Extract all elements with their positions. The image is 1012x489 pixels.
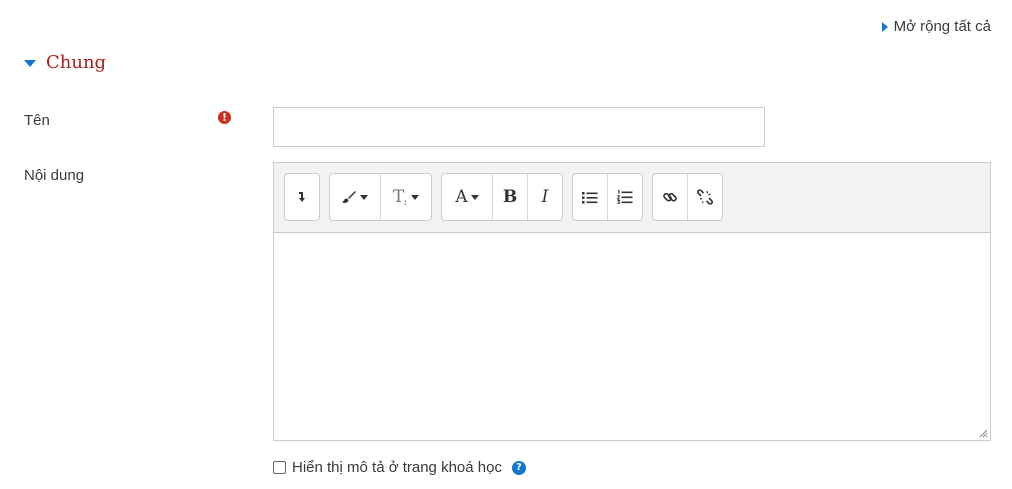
name-label: Tên [24,112,50,129]
editor-content-area[interactable] [274,233,990,440]
caret-down-icon [24,59,36,67]
collapse-toolbar-button[interactable] [285,174,319,220]
show-description-label[interactable]: Hiển thị mô tả ở trang khoá học [292,459,502,476]
edit-form-page: Mở rộng tất cả Chung Tên ! Nội dung T ↕ … [0,0,1012,489]
paragraph-style-button[interactable] [330,174,381,220]
show-description-checkbox[interactable] [273,461,286,474]
ordered-list-icon [617,190,633,204]
expand-all-label: Mở rộng tất cả [893,18,991,35]
caret-right-icon [881,21,888,32]
link-icon [663,192,677,202]
content-label: Nội dung [24,167,85,184]
chevron-down-icon [470,194,479,200]
bold-icon: B [502,187,518,207]
toolbar-group-style: T ↕ [329,173,432,221]
font-color-icon: A [455,187,468,207]
question-circle-icon[interactable]: ? [511,460,526,475]
section-header-general[interactable]: Chung [24,52,106,73]
unlink-button[interactable] [688,174,722,220]
section-title: Chung [46,52,107,73]
italic-icon: I [541,187,549,207]
toolbar-group-text: A B I [441,173,563,221]
clear-formatting-icon: T ↕ [392,187,408,207]
ordered-list-button[interactable] [608,174,642,220]
toolbar-group-collapse [284,173,320,221]
chevron-down-icon [410,194,419,200]
paintbrush-style-icon [342,191,357,203]
unordered-list-icon [582,191,598,203]
italic-button[interactable]: I [528,174,562,220]
toolbar-group-lists [572,173,643,221]
collapse-toolbar-icon [299,192,305,202]
clear-formatting-button[interactable]: T ↕ [381,174,432,220]
name-input[interactable] [273,107,765,147]
bold-button[interactable]: B [493,174,528,220]
unlink-icon [697,189,713,205]
link-button[interactable] [653,174,688,220]
required-exclamation-icon: ! [218,111,231,124]
toolbar-group-links [652,173,723,221]
resize-handle-icon[interactable] [979,429,988,438]
editor-toolbar: T ↕ A B I [274,163,990,233]
chevron-down-icon [360,194,369,200]
unordered-list-button[interactable] [573,174,608,220]
font-color-button[interactable]: A [442,174,493,220]
expand-all-link[interactable]: Mở rộng tất cả [881,18,991,35]
rich-text-editor: T ↕ A B I [273,162,991,441]
show-description-row: Hiển thị mô tả ở trang khoá học ? [273,459,526,476]
